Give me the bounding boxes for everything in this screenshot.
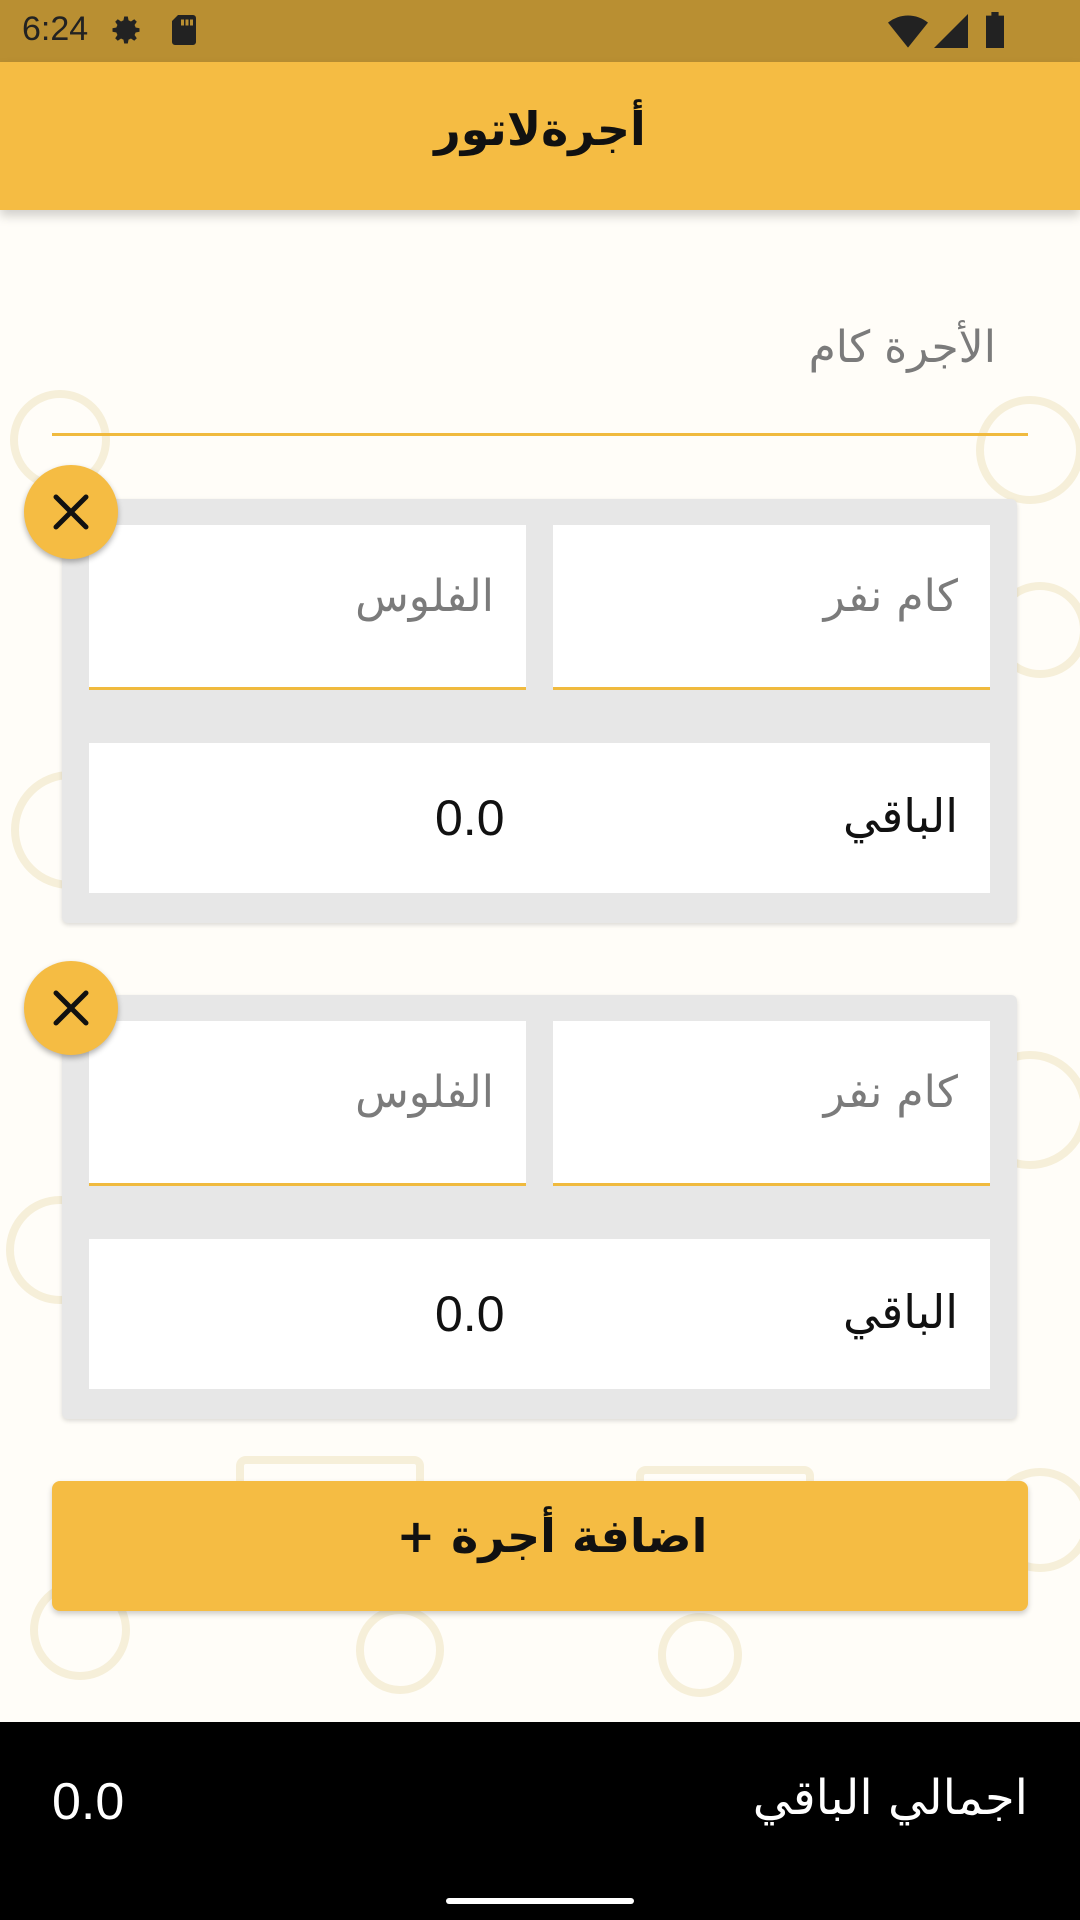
navigation-handle[interactable] (446, 1898, 634, 1904)
bottom-total-bar: اجمالي الباقي 0.0 (0, 1722, 1080, 1920)
page-title: أجرةلاتور (434, 102, 646, 156)
total-remaining-label: اجمالي الباقي (752, 1770, 1028, 1826)
plus-icon: + (396, 1509, 436, 1563)
close-icon (53, 990, 89, 1026)
status-time: 6:24 (22, 10, 89, 48)
fare-amount-input[interactable]: الأجرة كام (52, 300, 1028, 436)
remaining-label: الباقي (842, 789, 958, 843)
fare-amount-placeholder: الأجرة كام (808, 322, 996, 373)
money-placeholder: الفلوس (355, 571, 494, 622)
remaining-row: الباقي 0.0 (89, 1239, 990, 1389)
close-icon (53, 494, 89, 530)
persons-count-placeholder: كام نفر (823, 1067, 958, 1118)
money-input[interactable]: الفلوس (89, 525, 526, 690)
total-remaining-value: 0.0 (52, 1773, 125, 1831)
remaining-value: 0.0 (435, 790, 505, 846)
add-fare-label: اضافة أجرة (451, 1509, 708, 1563)
battery-icon (984, 12, 1006, 52)
remaining-label: الباقي (842, 1285, 958, 1339)
remove-fare-button[interactable] (24, 465, 118, 559)
sd-card-icon (168, 12, 200, 52)
signal-icon (934, 14, 968, 52)
status-bar: 6:24 (0, 0, 1080, 62)
persons-count-input[interactable]: كام نفر (553, 525, 990, 690)
persons-count-input[interactable]: كام نفر (553, 1021, 990, 1186)
persons-count-placeholder: كام نفر (823, 571, 958, 622)
money-input[interactable]: الفلوس (89, 1021, 526, 1186)
app-bar: أجرةلاتور (0, 62, 1080, 210)
money-placeholder: الفلوس (355, 1067, 494, 1118)
remove-fare-button[interactable] (24, 961, 118, 1055)
fare-card: كام نفر الفلوس الباقي 0.0 (62, 499, 1017, 923)
fare-card: كام نفر الفلوس الباقي 0.0 (62, 995, 1017, 1419)
remaining-value: 0.0 (435, 1286, 505, 1342)
add-fare-button[interactable]: اضافة أجرة + (52, 1481, 1028, 1611)
remaining-row: الباقي 0.0 (89, 743, 990, 893)
settings-icon (108, 12, 144, 52)
wifi-icon (888, 14, 928, 52)
